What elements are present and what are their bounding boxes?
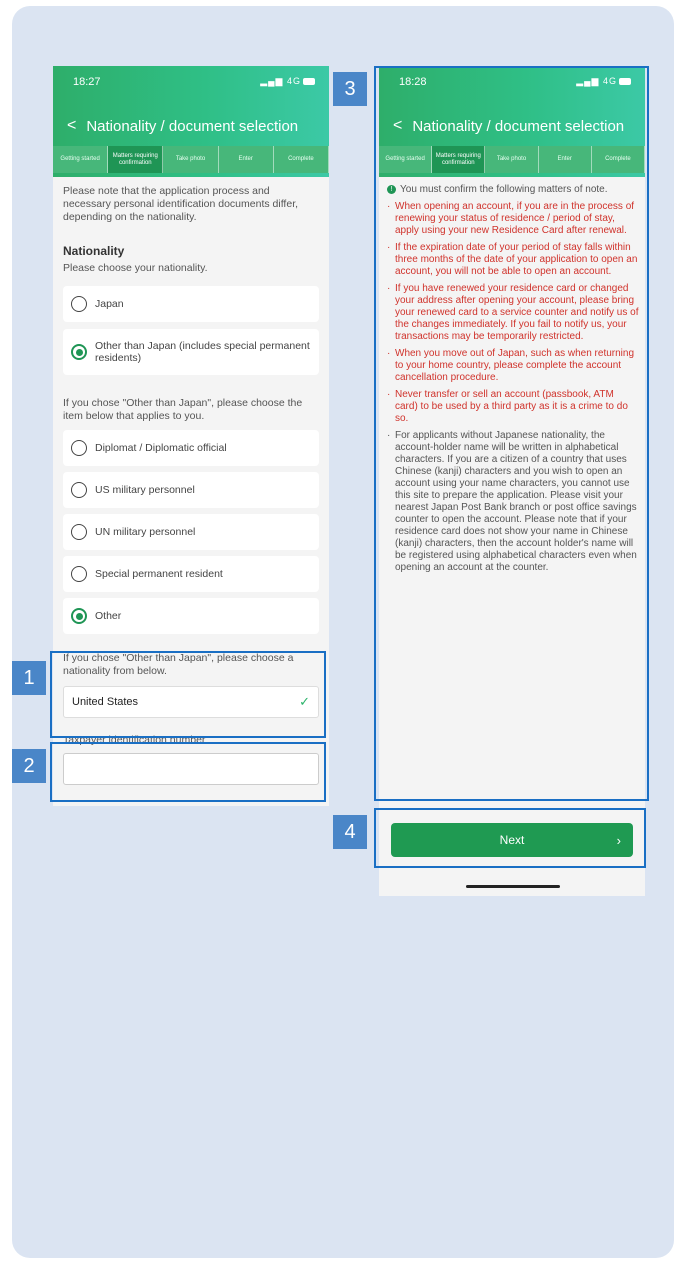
intro-text: Please note that the application process… [63,185,299,223]
signal-icon: ▂▄▆ 4G [260,76,315,87]
option-label: Other [95,610,122,622]
app-header: 18:27 ▂▄▆ 4G < Nationality / document se… [53,66,329,177]
progress-steps: Getting started Matters requiring confir… [53,146,329,173]
radio-icon [71,524,87,540]
radio-option-special-permanent-resident[interactable]: Special permanent resident [63,556,319,592]
radio-icon [71,566,87,582]
radio-selected-icon [71,608,87,624]
screen-title: Nationality / document selection [86,117,299,135]
option-label: US military personnel [95,484,195,496]
option-label: Japan [95,298,124,310]
radio-selected-icon [71,344,87,360]
radio-option-other-than-japan[interactable]: Other than Japan (includes special perma… [63,329,319,375]
callout-badge-2: 2 [12,749,46,783]
callout-box-1 [50,651,326,738]
applies-prompt: If you chose "Other than Japan", please … [63,397,303,422]
radio-option-other[interactable]: Other [63,598,319,634]
step-active: Matters requiring confirmation [108,146,164,173]
callout-badge-3: 3 [333,72,367,106]
radio-icon [71,440,87,456]
callout-box-4 [374,808,646,868]
option-label: Special permanent resident [95,568,223,580]
back-icon[interactable]: < [67,117,76,135]
step: Enter [219,146,274,173]
radio-option-japan[interactable]: Japan [63,286,319,322]
callout-badge-1: 1 [12,661,46,695]
battery-icon [303,78,315,86]
radio-icon [71,296,87,312]
callout-box-2 [50,742,326,802]
nationality-heading: Nationality [63,244,125,258]
option-label: Other than Japan (includes special perma… [95,340,310,364]
callout-box-3 [374,66,649,801]
step: Take photo [163,146,219,173]
callout-badge-4: 4 [333,815,367,849]
step: Getting started [53,146,109,173]
radio-option-diplomat[interactable]: Diplomat / Diplomatic official [63,430,319,466]
nationality-prompt: Please choose your nationality. [63,262,208,274]
radio-icon [71,482,87,498]
radio-option-un-military[interactable]: UN military personnel [63,514,319,550]
status-time: 18:27 [73,76,101,88]
step: Complete [274,146,329,173]
network-label: 4G [286,76,301,86]
option-label: UN military personnel [95,526,196,538]
nav-bar: < Nationality / document selection [67,116,321,136]
radio-option-us-military[interactable]: US military personnel [63,472,319,508]
option-label: Diplomat / Diplomatic official [95,442,227,454]
home-indicator [466,885,560,888]
